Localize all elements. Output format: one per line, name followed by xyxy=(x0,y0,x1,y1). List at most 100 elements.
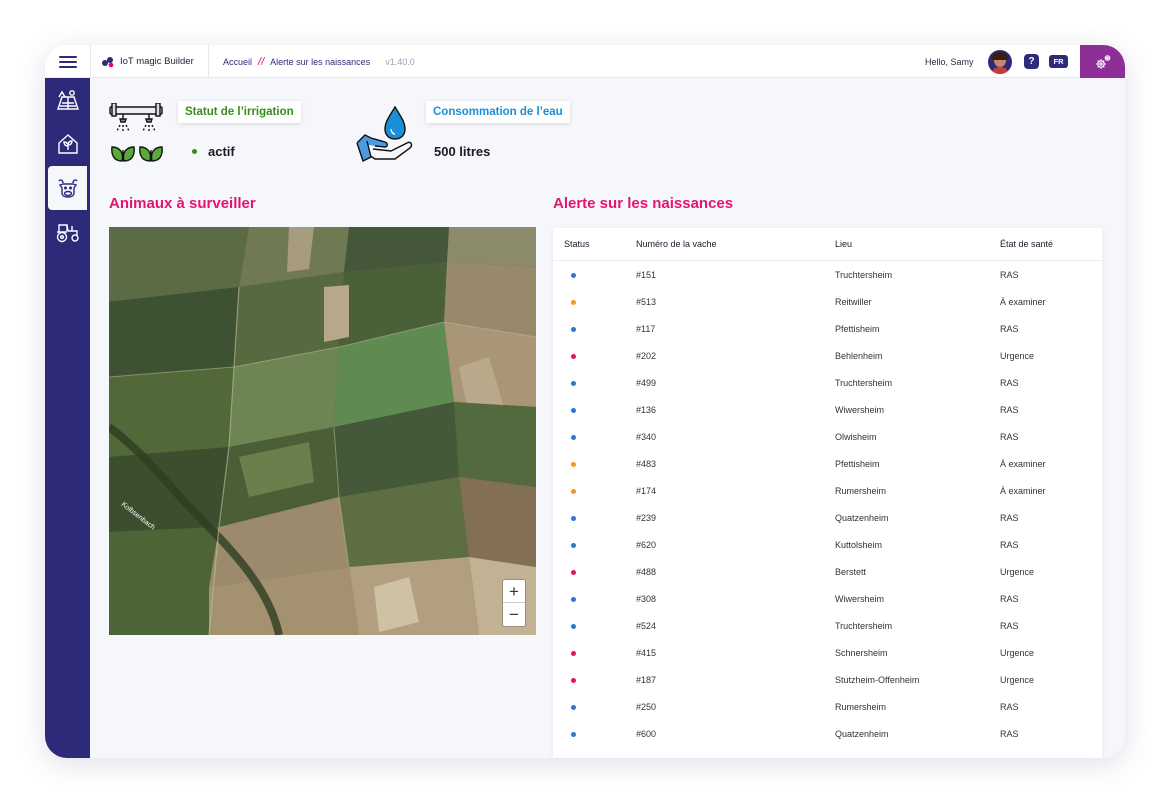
health-cell: RAS xyxy=(1000,324,1019,334)
cow-number-cell: #488 xyxy=(636,567,657,577)
status-dot xyxy=(571,705,576,710)
health-cell: RAS xyxy=(1000,594,1019,604)
births-table: Status Numéro de la vache Lieu État de s… xyxy=(553,228,1102,758)
table-row[interactable]: #308 Wiwersheim RAS xyxy=(553,586,1102,613)
table-row[interactable]: #136 Wiwersheim RAS xyxy=(553,397,1102,424)
cow-number-cell: #250 xyxy=(636,702,657,712)
status-dot xyxy=(571,435,576,440)
map-zoom-control: + − xyxy=(503,580,525,626)
status-dot xyxy=(571,354,576,359)
table-row[interactable]: #340 Olwisheim RAS xyxy=(553,424,1102,451)
table-row[interactable]: #117 Pfettisheim RAS xyxy=(553,316,1102,343)
table-row[interactable]: #488 Berstett Urgence xyxy=(553,559,1102,586)
table-row[interactable]: #151 Truchtersheim RAS xyxy=(553,262,1102,289)
greenhouse-icon xyxy=(57,134,78,154)
location-cell: Pfettisheim xyxy=(835,459,880,469)
status-dot xyxy=(571,543,576,548)
cow-number-cell: #117 xyxy=(636,324,656,334)
location-cell: Truchtersheim xyxy=(835,378,893,388)
sidebar-item-fields[interactable] xyxy=(45,78,90,122)
location-cell: Pfettisheim xyxy=(835,324,880,334)
health-cell: À examiner xyxy=(1000,486,1046,496)
avatar[interactable] xyxy=(988,50,1012,74)
table-row[interactable]: #174 Rumersheim À examiner xyxy=(553,478,1102,505)
cow-number-cell: #202 xyxy=(636,351,657,361)
health-cell: RAS xyxy=(1000,513,1019,523)
breadcrumb-separator: // xyxy=(258,55,265,68)
column-health[interactable]: État de santé xyxy=(1000,228,1053,261)
sprinkler-icon xyxy=(109,103,163,162)
status-dot xyxy=(571,516,576,521)
cow-icon xyxy=(57,179,78,198)
brand[interactable]: IoT magic Builder xyxy=(91,45,209,78)
cow-number-cell: #524 xyxy=(636,621,657,631)
status-dot xyxy=(571,570,576,575)
table-row[interactable]: #513 Reitwiller À examiner xyxy=(553,289,1102,316)
location-cell: Truchtersheim xyxy=(835,270,893,280)
breadcrumb-current: Alerte sur les naissances xyxy=(270,56,371,67)
table-row[interactable]: #239 Quatzenheim RAS xyxy=(553,505,1102,532)
zoom-in-button[interactable]: + xyxy=(503,580,525,603)
table-row[interactable]: #415 Schnersheim Urgence xyxy=(553,640,1102,667)
water-consumption-title: Consommation de l’eau xyxy=(426,101,570,123)
location-cell: Schnersheim xyxy=(835,648,888,658)
status-dot xyxy=(571,489,576,494)
breadcrumb-home-link[interactable]: Accueil xyxy=(223,57,252,67)
zoom-out-button[interactable]: − xyxy=(503,603,525,626)
location-cell: Quatzenheim xyxy=(835,513,889,523)
location-cell: Wiwersheim xyxy=(835,405,885,415)
water-hand-icon xyxy=(356,105,413,162)
table-header: Status Numéro de la vache Lieu État de s… xyxy=(553,228,1102,261)
top-bar: IoT magic Builder Accueil // Alerte sur … xyxy=(45,45,1125,78)
logo-icon xyxy=(102,56,114,67)
status-dot xyxy=(571,597,576,602)
table-row[interactable]: #600 Quatzenheim RAS xyxy=(553,721,1102,748)
language-button[interactable]: FR xyxy=(1049,55,1068,68)
sidebar-item-greenhouse[interactable] xyxy=(45,122,90,166)
map-imagery: Kolbsenbach xyxy=(109,227,536,635)
location-cell: Truchtersheim xyxy=(835,621,893,631)
app-window: IoT magic Builder Accueil // Alerte sur … xyxy=(45,45,1125,758)
health-cell: RAS xyxy=(1000,540,1019,550)
sidebar-item-machines[interactable] xyxy=(45,210,90,254)
location-cell: Berstett xyxy=(835,567,867,577)
births-section-title: Alerte sur les naissances xyxy=(553,195,734,212)
sidebar-item-animals[interactable] xyxy=(48,166,87,210)
status-dot xyxy=(571,651,576,656)
menu-toggle-button[interactable] xyxy=(45,45,91,78)
health-cell: RAS xyxy=(1000,621,1019,631)
health-cell: RAS xyxy=(1000,270,1019,280)
help-button[interactable]: ? xyxy=(1024,54,1039,69)
location-cell: Kuttolsheim xyxy=(835,540,883,550)
location-cell: Rumersheim xyxy=(835,702,887,712)
column-status[interactable]: Status xyxy=(564,228,590,261)
cow-number-cell: #308 xyxy=(636,594,657,604)
location-cell: Reitwiller xyxy=(835,297,872,307)
status-dot xyxy=(571,624,576,629)
health-cell: Urgence xyxy=(1000,351,1035,361)
location-cell: Olwisheim xyxy=(835,432,877,442)
location-cell: Stutzheim-Offenheim xyxy=(835,675,920,685)
status-dot xyxy=(571,408,576,413)
status-dot xyxy=(571,273,576,278)
table-row[interactable]: #483 Pfettisheim À examiner xyxy=(553,451,1102,478)
irrigation-status-title: Statut de l’irrigation xyxy=(178,101,301,123)
column-location[interactable]: Lieu xyxy=(835,228,852,261)
health-cell: RAS xyxy=(1000,405,1019,415)
table-row[interactable]: #524 Truchtersheim RAS xyxy=(553,613,1102,640)
cow-number-cell: #415 xyxy=(636,648,657,658)
settings-button[interactable] xyxy=(1080,45,1125,78)
health-cell: Urgence xyxy=(1000,675,1035,685)
health-cell: À examiner xyxy=(1000,459,1046,469)
table-row[interactable]: #250 Rumersheim RAS xyxy=(553,694,1102,721)
cow-number-cell: #499 xyxy=(636,378,657,388)
water-consumption-value: 500 litres xyxy=(434,144,491,159)
table-row[interactable]: #187 Stutzheim-Offenheim Urgence xyxy=(553,667,1102,694)
table-row[interactable]: #620 Kuttolsheim RAS xyxy=(553,532,1102,559)
irrigation-status-dot xyxy=(192,149,197,154)
column-cow-number[interactable]: Numéro de la vache xyxy=(636,228,717,261)
satellite-map[interactable]: Kolbsenbach xyxy=(109,227,536,635)
table-row[interactable]: #202 Behlenheim Urgence xyxy=(553,343,1102,370)
health-cell: RAS xyxy=(1000,729,1019,739)
table-row[interactable]: #499 Truchtersheim RAS xyxy=(553,370,1102,397)
